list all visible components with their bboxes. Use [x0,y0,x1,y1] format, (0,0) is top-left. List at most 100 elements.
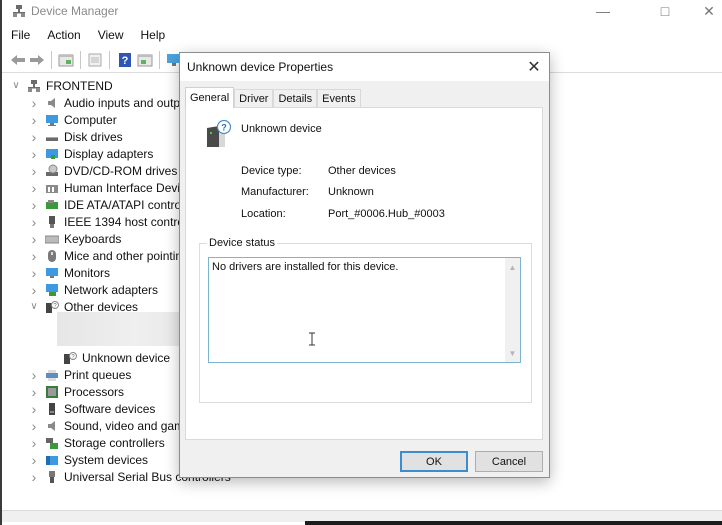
ok-button[interactable]: OK [400,451,468,472]
tree-item-label: Computer [64,112,117,127]
dialog-title: Unknown device Properties [187,60,334,74]
menu-action[interactable]: Action [38,25,88,45]
tree-item-label: Display adapters [64,146,154,161]
tree-item[interactable]: › IDE ATA/ATAPI controllers [29,196,204,213]
tree-item-label: Print queues [64,367,132,382]
location-label: Location: [241,208,286,220]
close-icon: ✕ [527,59,541,76]
processor-icon [46,385,58,398]
chevron-right-icon[interactable]: › [29,180,39,196]
minimize-icon: — [596,3,610,19]
mouse-icon [48,249,56,262]
tree-item[interactable]: › Keyboards [29,230,122,247]
printer-icon [46,369,58,381]
tree-item[interactable]: ? Unknown device [47,349,170,366]
properties-icon[interactable] [87,52,103,68]
chevron-right-icon[interactable]: › [29,367,39,383]
tab-general[interactable]: General [185,87,235,108]
tree-item[interactable]: › Disk drives [29,128,123,145]
tab-driver[interactable]: Driver [234,89,274,108]
chevron-right-icon[interactable]: › [29,401,39,417]
dialog-title-bar: Unknown device Properties ✕ [180,53,549,81]
device-status-textbox[interactable]: No drivers are installed for this device… [208,257,521,363]
disk-drive-icon [46,136,58,141]
tree-item[interactable]: › Storage controllers [29,434,165,451]
chevron-right-icon[interactable]: › [29,129,39,145]
device-manager-icon [13,5,25,17]
menu-file[interactable]: File [2,25,38,45]
menu-help[interactable]: Help [132,25,174,45]
chevron-right-icon[interactable]: › [29,452,39,468]
tree-item[interactable]: › Display adapters [29,145,154,162]
chevron-right-icon[interactable]: › [29,248,39,264]
action-pane-icon[interactable] [137,52,153,68]
tree-item-label: System devices [64,452,149,467]
maximize-button[interactable]: □ [642,0,688,22]
chevron-right-icon[interactable]: › [29,265,39,281]
location-value: Port_#0006.Hub_#0003 [328,208,445,220]
toolbar-separator [109,51,110,69]
ieee1394-icon [49,215,55,228]
svg-text:?: ? [221,123,227,133]
software-device-icon [49,402,55,415]
tree-item[interactable]: › Network adapters [29,281,158,298]
menu-bar: File Action View Help [2,25,722,45]
chevron-right-icon[interactable]: › [29,418,39,434]
hid-icon [46,184,58,193]
tree-item[interactable]: › Processors [29,383,124,400]
chevron-right-icon[interactable]: › [29,163,39,179]
device-tree: ∨ FRONTEND › Audio inputs and outputs › Compu… [2,75,249,495]
menu-view[interactable]: View [89,25,132,45]
tree-item-label: Network adapters [64,282,159,297]
chevron-right-icon[interactable]: › [29,146,39,162]
unknown-device-icon: ? [207,119,232,147]
tree-item[interactable]: › Audio inputs and outputs [29,94,196,111]
chevron-right-icon[interactable]: › [29,231,39,247]
chevron-right-icon[interactable]: › [29,384,39,400]
chevron-right-icon[interactable]: › [29,197,39,213]
dvd-drive-icon [46,164,58,176]
close-button[interactable]: ✕ [686,0,722,22]
properties-dialog: Unknown device Properties ✕ General Driv… [179,52,550,478]
help-icon[interactable]: ? [117,52,133,68]
status-scrollbar[interactable]: ▲ ▼ [505,258,520,362]
show-hide-console-tree-icon[interactable] [58,52,74,68]
toolbar-separator [159,51,160,69]
chevron-right-icon[interactable]: › [29,282,39,298]
minimize-button[interactable]: — [580,0,626,22]
network-adapter-icon [46,283,58,296]
tree-item[interactable]: › Monitors [29,264,110,281]
speaker-icon [48,97,55,108]
tree-item[interactable]: › System devices [29,451,148,468]
back-icon[interactable] [10,52,26,68]
chevron-right-icon[interactable]: › [29,112,39,128]
tree-item[interactable]: › DVD/CD-ROM drives [29,162,178,179]
tree-item[interactable]: › Computer [29,111,117,128]
taskbar [305,521,722,525]
usb-icon [49,470,55,483]
chevron-down-icon[interactable]: ∨ [29,301,39,312]
scroll-down-icon[interactable]: ▼ [505,346,520,360]
tree-item[interactable]: › Human Interface Devices [29,179,199,196]
keyboard-icon [45,235,59,243]
tree-item-label: Monitors [64,265,111,280]
forward-icon[interactable] [29,52,45,68]
tab-events[interactable]: Events [317,89,361,108]
dialog-close-button[interactable]: ✕ [523,56,545,78]
computer-icon [46,114,58,126]
tree-item-label: Keyboards [64,231,122,246]
window-title: Device Manager [31,4,119,18]
tree-item-label: Processors [64,384,125,399]
chevron-right-icon[interactable]: › [29,95,39,111]
chevron-right-icon[interactable]: › [29,469,39,485]
chevron-down-icon[interactable]: ∨ [11,80,21,91]
tree-root[interactable]: ∨ FRONTEND [11,77,112,94]
scroll-up-icon[interactable]: ▲ [505,260,520,274]
chevron-right-icon[interactable]: › [29,214,39,230]
tab-details[interactable]: Details [273,89,318,108]
chevron-right-icon[interactable]: › [29,435,39,451]
system-devices-icon [46,455,58,465]
tree-item[interactable]: › Software devices [29,400,156,417]
tree-item[interactable]: › Print queues [29,366,132,383]
cancel-button[interactable]: Cancel [475,451,543,472]
